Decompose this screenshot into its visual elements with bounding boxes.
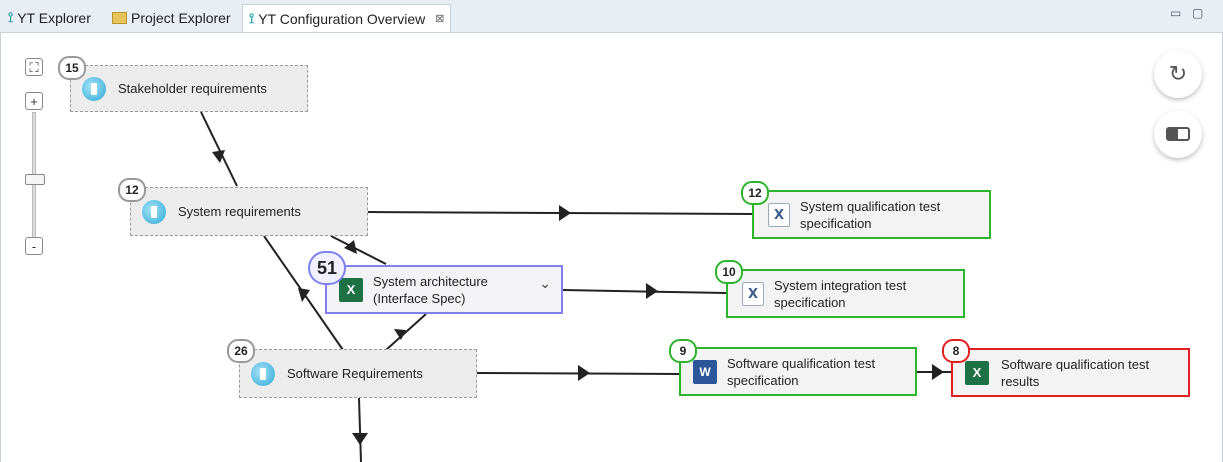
node-system-architecture[interactable]: X System architecture (Interface Spec) ⌄ [325,265,563,314]
node-label: Software qualification test specificatio… [727,355,876,388]
zoom-out-button[interactable]: - [25,237,43,255]
node-system-requirements[interactable]: System requirements [130,187,368,236]
folder-icon [112,11,127,24]
node-software-qualification-test-specification[interactable]: W Software qualification test specificat… [679,347,917,396]
toggle-icon [1166,127,1190,141]
zoom-in-button[interactable]: + [25,92,43,110]
close-icon[interactable]: ⊠ [435,12,444,25]
yt-icon: ⟟ [8,9,14,25]
yt-icon: ⟟ [249,10,255,26]
word-icon: W [693,359,717,384]
requirements-icon [142,199,166,224]
count-badge: 12 [741,181,769,205]
node-stakeholder-requirements[interactable]: Stakeholder requirements [70,65,308,112]
arrow-head [559,205,571,221]
count-badge: 8 [942,339,970,363]
node-label: System requirements [178,204,301,219]
node-software-qualification-test-results[interactable]: X Software qualification test results [951,348,1190,397]
refresh-button[interactable]: ↻ [1154,50,1202,98]
node-software-requirements[interactable]: Software Requirements [239,349,477,398]
excel-icon: X [965,360,989,385]
editor-tab-bar: ⟟ YT Explorer Project Explorer ⟟ YT Conf… [0,0,1223,33]
toggle-view-button[interactable] [1154,110,1202,158]
node-label: System qualification test specification [800,198,941,231]
excel-icon: X [339,277,363,302]
zoom-slider-thumb[interactable] [25,174,45,185]
fit-to-screen-button[interactable]: ⛶ [25,58,43,76]
arrow-head [578,365,590,381]
node-system-qualification-test-specification[interactable]: X System qualification test specificatio… [752,190,991,239]
edge-stakeholder-to-system-req [200,111,238,187]
count-badge: 12 [118,178,146,202]
node-label: System architecture (Interface Spec) [373,273,488,306]
tab-label: Project Explorer [131,9,231,26]
tab-yt-explorer[interactable]: ⟟ YT Explorer [2,4,97,31]
xml-doc-icon: X [742,281,764,306]
requirements-icon [251,361,275,386]
tab-yt-configuration-overview[interactable]: ⟟ YT Configuration Overview ⊠ [242,4,452,32]
tab-project-explorer[interactable]: Project Explorer [106,4,237,31]
tab-label: YT Explorer [17,9,91,26]
requirements-icon [82,76,106,101]
tab-label: YT Configuration Overview [258,10,426,27]
node-label: System integration test specification [774,277,907,310]
node-label: Stakeholder requirements [118,81,267,96]
count-badge: 51 [308,251,346,285]
refresh-icon: ↻ [1168,61,1188,86]
count-badge: 15 [58,56,86,80]
edge-software-req-down [358,397,362,462]
arrow-head [352,433,368,445]
minimize-button[interactable]: ▭ [1170,6,1181,20]
count-badge: 9 [669,339,697,363]
count-badge: 10 [715,260,743,284]
edge-system-arch-to-sys-int-test [562,289,728,294]
arrow-head [344,240,357,254]
maximize-button[interactable]: ▢ [1192,6,1203,20]
xml-doc-icon: X [768,202,790,227]
arrow-head [932,364,944,380]
count-badge: 26 [227,339,255,363]
node-system-integration-test-specification[interactable]: X System integration test specification [726,269,965,318]
node-label: Software Requirements [287,366,423,381]
chevron-down-icon[interactable]: ⌄ [539,275,551,292]
node-label: Software qualification test results [1001,356,1150,389]
edge-system-arch-to-software-req [385,313,427,351]
arrow-head [646,283,658,299]
configuration-graph-canvas[interactable]: ⛶ + - ↻ Stakeholder requirements 15 Syst… [0,32,1223,462]
